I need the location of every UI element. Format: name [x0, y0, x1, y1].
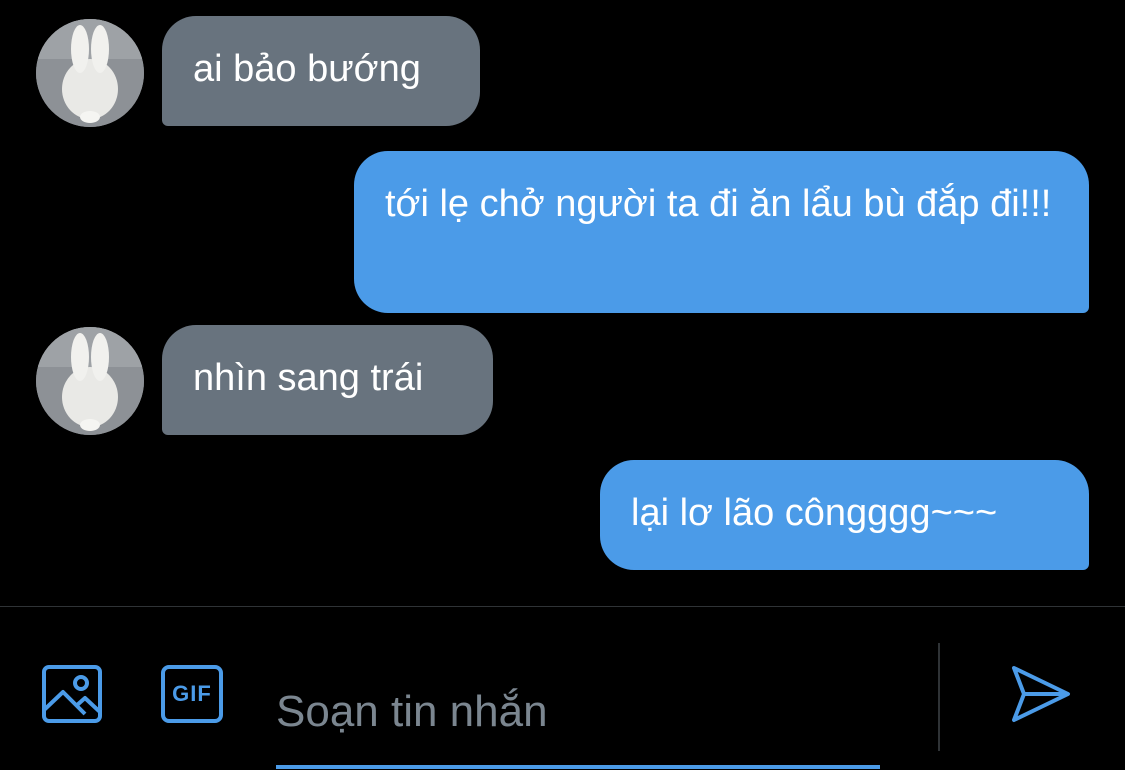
- message-text: ai bảo bướng: [193, 48, 421, 90]
- message-bubble-outgoing[interactable]: lại lơ lão côngggg~~~: [600, 460, 1089, 570]
- avatar[interactable]: [36, 327, 144, 435]
- image-icon[interactable]: [38, 662, 106, 726]
- message-text: nhìn sang trái: [193, 357, 424, 399]
- message-bubble-incoming[interactable]: ai bảo bướng: [162, 16, 480, 126]
- gif-icon[interactable]: GIF: [158, 662, 226, 726]
- message-text: lại lơ lão côngggg~~~: [631, 492, 998, 534]
- gif-label: GIF: [172, 681, 212, 706]
- divider: [938, 643, 940, 751]
- rabbit-avatar-image: [36, 327, 144, 435]
- chat-screen: ai bảo bướng tới lẹ chở người ta đi ăn l…: [0, 0, 1125, 770]
- message-input[interactable]: [276, 657, 880, 767]
- message-bubble-incoming[interactable]: nhìn sang trái: [162, 325, 493, 435]
- avatar[interactable]: [36, 19, 144, 127]
- rabbit-avatar-image: [36, 19, 144, 127]
- input-focus-underline: [276, 765, 880, 769]
- message-composer: GIF: [0, 606, 1125, 770]
- message-text: tới lẹ chở người ta đi ăn lẩu bù đắp đi!…: [385, 183, 1052, 225]
- message-bubble-outgoing[interactable]: tới lẹ chở người ta đi ăn lẩu bù đắp đi!…: [354, 151, 1089, 313]
- send-icon[interactable]: [1008, 663, 1074, 725]
